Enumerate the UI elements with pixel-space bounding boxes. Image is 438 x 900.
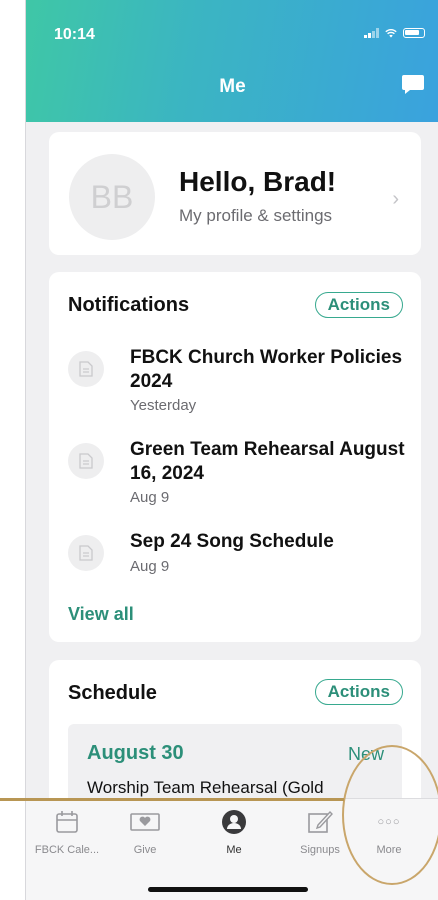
notification-date: Yesterday xyxy=(130,397,197,414)
profile-settings-link: My profile & settings xyxy=(179,206,333,225)
tab-label: Signups xyxy=(300,844,340,856)
tab-calendar[interactable]: FBCK Cale... xyxy=(31,807,103,856)
view-all-link[interactable]: View all xyxy=(68,604,134,625)
tab-signups[interactable]: Signups xyxy=(284,807,356,856)
wifi-icon xyxy=(385,28,397,38)
notifications-card: Notifications Actions FBCK Church Worker… xyxy=(49,272,421,642)
schedule-actions-button[interactable]: Actions xyxy=(314,679,403,705)
home-indicator xyxy=(148,887,308,892)
greeting: Hello, Brad! xyxy=(179,166,337,197)
tab-bar: FBCK Cale... Give Me Signups ○○○ More xyxy=(26,798,438,900)
document-icon xyxy=(68,443,104,479)
page-title: Me xyxy=(219,76,246,97)
document-icon xyxy=(68,535,104,571)
battery-icon xyxy=(403,28,425,38)
notification-date: Aug 9 xyxy=(130,558,170,575)
schedule-description: Worship Team Rehearsal (Gold xyxy=(87,778,324,797)
notification-title: Green Team Rehearsal August 16, 2024 xyxy=(130,439,405,484)
notification-item[interactable]: FBCK Church Worker Policies 2024 Yesterd… xyxy=(68,346,408,416)
edit-icon xyxy=(308,810,333,833)
schedule-title: Schedule xyxy=(68,682,157,704)
notification-item[interactable]: Sep 24 Song Schedule Aug 9 xyxy=(68,530,408,580)
tab-more[interactable]: ○○○ More xyxy=(353,807,425,856)
notifications-actions-button[interactable]: Actions xyxy=(314,292,403,318)
schedule-date: August 30 xyxy=(87,742,184,764)
annotation-pointer-line xyxy=(0,798,344,801)
notification-title: FBCK Church Worker Policies 2024 xyxy=(130,347,403,392)
more-dots-icon: ○○○ xyxy=(377,816,401,828)
status-icons xyxy=(364,28,425,38)
avatar: BB xyxy=(69,154,155,240)
tab-me[interactable]: Me xyxy=(198,807,270,856)
notification-date: Aug 9 xyxy=(130,489,170,506)
person-icon xyxy=(222,810,246,834)
give-icon xyxy=(130,813,160,831)
calendar-icon xyxy=(56,811,78,833)
tab-label: Me xyxy=(226,844,242,856)
notification-title: Sep 24 Song Schedule xyxy=(130,531,334,552)
profile-card[interactable]: BB Hello, Brad! My profile & settings › xyxy=(49,132,421,255)
status-time: 10:14 xyxy=(54,26,95,43)
notification-item[interactable]: Green Team Rehearsal August 16, 2024 Aug… xyxy=(68,438,408,508)
new-badge: New xyxy=(347,744,384,764)
tab-label: Give xyxy=(133,844,157,856)
app-header: 10:14 Me xyxy=(26,0,438,122)
chat-icon[interactable] xyxy=(401,74,425,96)
tab-give[interactable]: Give xyxy=(109,807,181,856)
notifications-title: Notifications xyxy=(68,294,190,316)
signal-icon xyxy=(364,28,379,38)
tab-label: FBCK Cale... xyxy=(34,844,100,856)
document-icon xyxy=(68,351,104,387)
chevron-right-icon: › xyxy=(392,188,399,210)
tab-label: More xyxy=(376,844,402,856)
phone-screen: 10:14 Me BB Hello, Brad! My profile & se… xyxy=(25,0,438,900)
